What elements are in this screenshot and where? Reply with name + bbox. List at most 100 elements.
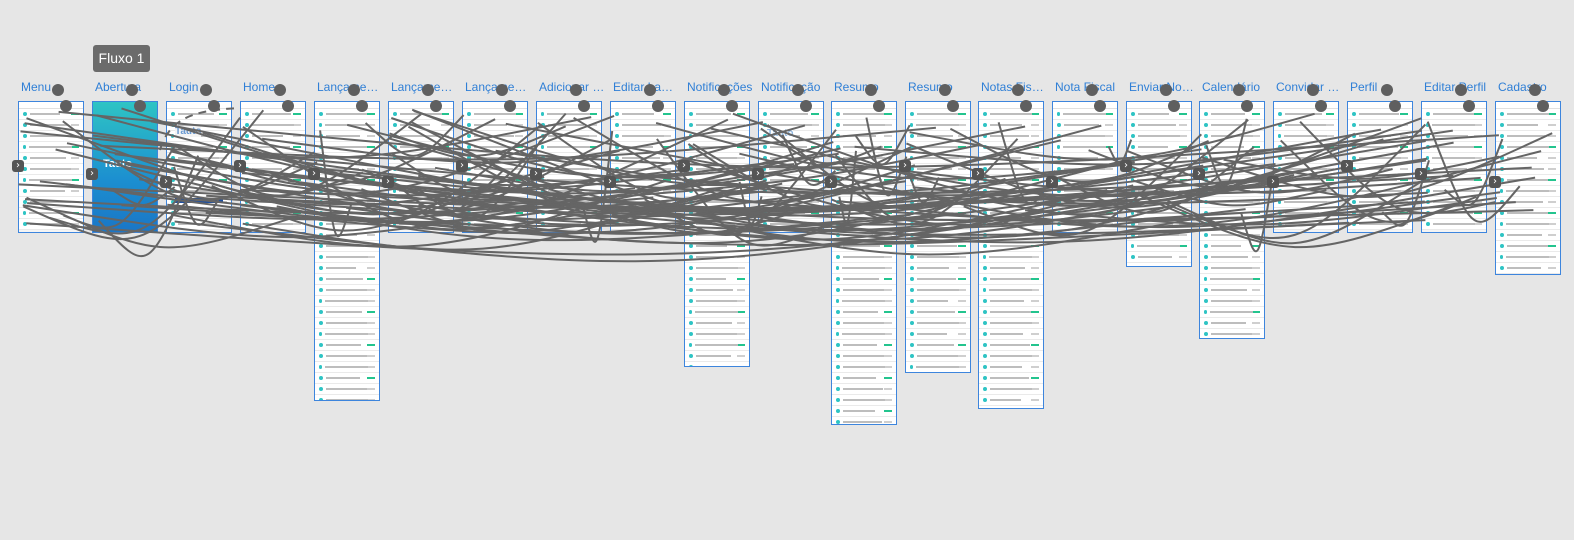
- link-arrow-icon[interactable]: ›: [1046, 176, 1058, 188]
- screen-thumbnail[interactable]: [1126, 101, 1192, 267]
- screen-thumbnail[interactable]: [978, 101, 1044, 409]
- list-row: [611, 142, 675, 153]
- hotspot-handle[interactable]: [800, 100, 812, 112]
- list-row: [979, 340, 1043, 351]
- link-arrow-icon[interactable]: ›: [1489, 176, 1501, 188]
- hotspot-handle[interactable]: [1455, 84, 1467, 96]
- screen-thumbnail[interactable]: [1347, 101, 1413, 233]
- screen-thumbnail[interactable]: [1052, 101, 1118, 233]
- link-arrow-icon[interactable]: ›: [456, 160, 468, 172]
- hotspot-handle[interactable]: [126, 84, 138, 96]
- screen-thumbnail[interactable]: [388, 101, 454, 233]
- link-arrow-icon[interactable]: ›: [604, 176, 616, 188]
- hotspot-handle[interactable]: [1168, 100, 1180, 112]
- hotspot-handle[interactable]: [274, 84, 286, 96]
- hotspot-handle[interactable]: [726, 100, 738, 112]
- login-button[interactable]: [175, 198, 223, 203]
- list-row: [979, 208, 1043, 219]
- link-arrow-icon[interactable]: ›: [86, 168, 98, 180]
- screen-thumbnail[interactable]: [1273, 101, 1339, 233]
- hotspot-handle[interactable]: [348, 84, 360, 96]
- screen-thumbnail[interactable]: Tauto: [166, 101, 232, 233]
- hotspot-handle[interactable]: [1020, 100, 1032, 112]
- screen-thumbnail[interactable]: [1495, 101, 1561, 275]
- hotspot-handle[interactable]: [865, 84, 877, 96]
- hotspot-handle[interactable]: [1086, 84, 1098, 96]
- link-arrow-icon[interactable]: ›: [1120, 160, 1132, 172]
- screen-thumbnail[interactable]: [831, 101, 897, 425]
- hotspot-handle[interactable]: [1389, 100, 1401, 112]
- list-row: [1200, 131, 1264, 142]
- hotspot-handle[interactable]: [1307, 84, 1319, 96]
- flow-badge[interactable]: Fluxo 1: [93, 45, 150, 72]
- hotspot-handle[interactable]: [356, 100, 368, 112]
- link-arrow-icon[interactable]: ›: [678, 160, 690, 172]
- hotspot-handle[interactable]: [282, 100, 294, 112]
- hotspot-handle[interactable]: [1537, 100, 1549, 112]
- screen-thumbnail[interactable]: [536, 101, 602, 233]
- link-arrow-icon[interactable]: ›: [308, 168, 320, 180]
- link-arrow-icon[interactable]: ›: [972, 168, 984, 180]
- screen-thumbnail[interactable]: [240, 101, 306, 233]
- link-arrow-icon[interactable]: ›: [382, 176, 394, 188]
- hotspot-handle[interactable]: [1463, 100, 1475, 112]
- list-row: [1200, 296, 1264, 307]
- screen-thumbnail[interactable]: [610, 101, 676, 233]
- screen-thumbnail[interactable]: [1199, 101, 1265, 339]
- screen-thumbnail[interactable]: Tauto: [758, 101, 824, 233]
- hotspot-handle[interactable]: [496, 84, 508, 96]
- hotspot-handle[interactable]: [134, 100, 146, 112]
- screen-thumbnail[interactable]: Tauto: [92, 101, 158, 233]
- screen-thumbnail[interactable]: [1421, 101, 1487, 233]
- link-arrow-icon[interactable]: ›: [12, 160, 24, 172]
- hotspot-handle[interactable]: [52, 84, 64, 96]
- hotspot-handle[interactable]: [1012, 84, 1024, 96]
- hotspot-handle[interactable]: [652, 100, 664, 112]
- hotspot-handle[interactable]: [1233, 84, 1245, 96]
- list-row: [906, 340, 970, 351]
- screen-thumbnail[interactable]: [314, 101, 380, 401]
- hotspot-handle[interactable]: [718, 84, 730, 96]
- link-arrow-icon[interactable]: ›: [1341, 160, 1353, 172]
- hotspot-handle[interactable]: [792, 84, 804, 96]
- hotspot-handle[interactable]: [644, 84, 656, 96]
- hotspot-handle[interactable]: [947, 100, 959, 112]
- hotspot-handle[interactable]: [570, 84, 582, 96]
- hotspot-handle[interactable]: [1529, 84, 1541, 96]
- link-arrow-icon[interactable]: ›: [899, 160, 911, 172]
- hotspot-handle[interactable]: [504, 100, 516, 112]
- link-arrow-icon[interactable]: ›: [160, 176, 172, 188]
- screen-thumbnail[interactable]: [462, 101, 528, 233]
- link-arrow-icon[interactable]: ›: [1415, 168, 1427, 180]
- hotspot-handle[interactable]: [200, 84, 212, 96]
- hotspot-handle[interactable]: [422, 84, 434, 96]
- list-row: [463, 175, 527, 186]
- list-row: [1422, 219, 1486, 230]
- list-row: [685, 252, 749, 263]
- prototype-canvas[interactable]: Fluxo 1 MenuAberturaLoginHomeLançamentos…: [0, 0, 1574, 540]
- hotspot-handle[interactable]: [1160, 84, 1172, 96]
- hotspot-handle[interactable]: [1381, 84, 1393, 96]
- screen-thumbnail[interactable]: [905, 101, 971, 373]
- hotspot-handle[interactable]: [1241, 100, 1253, 112]
- link-arrow-icon[interactable]: ›: [530, 168, 542, 180]
- hotspot-handle[interactable]: [578, 100, 590, 112]
- hotspot-handle[interactable]: [873, 100, 885, 112]
- list-row: [685, 208, 749, 219]
- list-row: [1274, 142, 1338, 153]
- link-arrow-icon[interactable]: ›: [1267, 176, 1279, 188]
- screen-thumbnail[interactable]: [18, 101, 84, 233]
- screen-thumbnail[interactable]: [684, 101, 750, 367]
- link-arrow-icon[interactable]: ›: [825, 176, 837, 188]
- link-arrow-icon[interactable]: ›: [234, 160, 246, 172]
- hotspot-handle[interactable]: [430, 100, 442, 112]
- hotspot-handle[interactable]: [208, 100, 220, 112]
- hotspot-handle[interactable]: [939, 84, 951, 96]
- list-row: [1053, 186, 1117, 197]
- link-arrow-icon[interactable]: ›: [1193, 168, 1205, 180]
- list-row: [979, 120, 1043, 131]
- hotspot-handle[interactable]: [1315, 100, 1327, 112]
- hotspot-handle[interactable]: [1094, 100, 1106, 112]
- link-arrow-icon[interactable]: ›: [752, 168, 764, 180]
- hotspot-handle[interactable]: [60, 100, 72, 112]
